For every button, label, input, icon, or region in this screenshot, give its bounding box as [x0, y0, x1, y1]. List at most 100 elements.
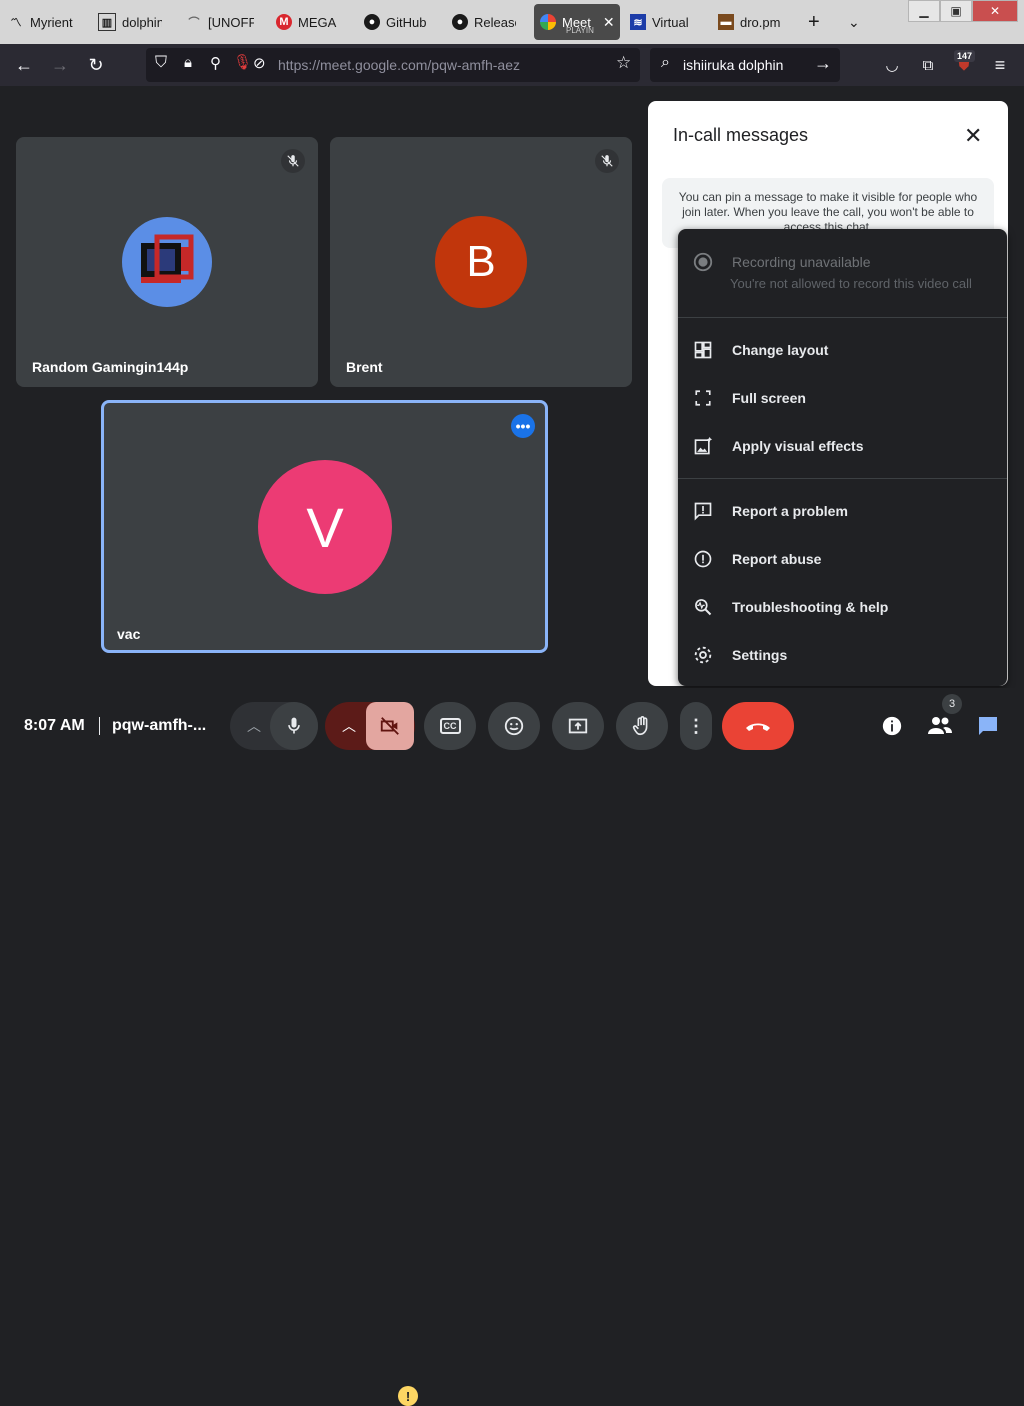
hamburger-menu-icon: ≡: [994, 54, 1006, 75]
mega-icon: M: [276, 14, 292, 30]
menu-divider: [678, 478, 1007, 479]
pixel-art-avatar-icon: [141, 234, 194, 283]
browser-nav-bar: ← → ↻ ⛉ 🔒︎ ⚲ 🎙︎ ⊘ https://meet.google.co…: [0, 44, 1024, 86]
menu-item-change-layout[interactable]: Change layout: [678, 326, 1007, 374]
pocket-icon: ◡: [885, 57, 899, 74]
chevron-up-icon: ︿: [247, 718, 261, 734]
window-close-button[interactable]: ✕: [972, 0, 1018, 22]
chat-button[interactable]: [964, 702, 1012, 750]
tab-meet[interactable]: Meet PLAYIN ✕: [534, 4, 620, 40]
raise-hand-button[interactable]: [616, 702, 668, 750]
menu-item-settings[interactable]: Settings: [678, 631, 1007, 679]
minimize-button[interactable]: ▁: [908, 0, 940, 22]
camera-button[interactable]: [366, 702, 414, 750]
participant-tile-active[interactable]: ••• V vac: [101, 400, 548, 653]
menu-item-report-problem[interactable]: Report a problem: [678, 487, 1007, 535]
tab-mega[interactable]: M MEGA: [276, 4, 342, 40]
present-screen-icon: [568, 718, 588, 734]
captions-button[interactable]: CC: [424, 702, 476, 750]
more-options-menu: Recording unavailable You're not allowed…: [678, 229, 1007, 686]
meet-icon: [540, 14, 556, 30]
search-icon: ⌕: [661, 54, 670, 71]
virtual-icon: ≋: [630, 14, 646, 30]
reload-button[interactable]: ↻: [83, 52, 109, 78]
myrient-icon: 〽: [10, 17, 22, 29]
search-go-icon[interactable]: →: [814, 53, 832, 74]
browser-tab-bar: 〽 Myrient ▥ dolphin ⌒ [UNOFF M MEGA ● Gi…: [0, 0, 1024, 44]
tab-github[interactable]: ● GitHub: [364, 4, 426, 40]
url-bar[interactable]: ⛉ 🔒︎ ⚲ 🎙︎ ⊘ https://meet.google.com/pqw-…: [146, 48, 640, 82]
search-input[interactable]: ⌕ ishiiruka dolphin →: [650, 48, 840, 82]
microphone-button[interactable]: [270, 702, 318, 750]
more-options-button[interactable]: ⋮: [680, 702, 712, 750]
report-abuse-icon: [691, 547, 715, 571]
tab-dolphin[interactable]: ▥ dolphin: [98, 4, 162, 40]
reactions-button[interactable]: [488, 702, 540, 750]
back-button[interactable]: ←: [11, 52, 37, 78]
menu-item-troubleshooting[interactable]: Troubleshooting & help: [678, 583, 1007, 631]
camera-off-icon: [380, 717, 399, 735]
app-menu-button[interactable]: ≡: [987, 52, 1013, 78]
tab-unofficial[interactable]: ⌒ [UNOFF: [186, 4, 255, 40]
participant-name: Random Gamingin144p: [32, 359, 189, 375]
leave-call-button[interactable]: [722, 702, 794, 750]
participant-name: Brent: [346, 359, 383, 375]
current-time: 8:07 AM: [24, 717, 85, 734]
arrow-right-icon: →: [51, 54, 69, 75]
reload-icon: ↻: [88, 54, 104, 75]
permissions-icon[interactable]: ⚲: [210, 54, 221, 72]
record-icon: [691, 250, 715, 274]
shield-icon[interactable]: ⛉: [155, 54, 167, 72]
tab-virtual[interactable]: ≋ Virtual: [630, 4, 696, 40]
fullscreen-icon: [691, 386, 715, 410]
mic-muted-icon: [595, 149, 619, 173]
autoplay-blocked-icon[interactable]: ⊘: [253, 54, 266, 72]
url-text[interactable]: https://meet.google.com/pqw-amfh-aez: [278, 57, 520, 73]
puzzle-icon: ⧉: [922, 56, 934, 74]
tab-close-icon[interactable]: ✕: [603, 14, 615, 31]
more-options-icon[interactable]: •••: [511, 414, 535, 438]
meeting-code[interactable]: pqw-amfh-...: [99, 717, 206, 735]
arrow-left-icon: ←: [15, 54, 33, 75]
pocket-button[interactable]: ◡: [879, 52, 905, 78]
close-icon: ✕: [964, 123, 983, 148]
participant-tile[interactable]: B Brent: [330, 137, 632, 387]
menu-item-report-abuse[interactable]: Report abuse: [678, 535, 1007, 583]
mic-blocked-icon[interactable]: 🎙︎: [233, 53, 252, 71]
list-tabs-button[interactable]: ⌄: [848, 4, 868, 40]
menu-item-full-screen[interactable]: Full screen: [678, 374, 1007, 422]
mic-muted-icon: [281, 149, 305, 173]
participant-tile[interactable]: Random Gamingin144p: [16, 137, 318, 387]
new-tab-button[interactable]: +: [808, 4, 828, 40]
close-panel-button[interactable]: ✕: [964, 123, 982, 149]
avatar: [122, 217, 212, 307]
lock-icon[interactable]: 🔒︎: [184, 54, 192, 71]
menu-item-recording: Recording unavailable You're not allowed…: [678, 247, 1007, 307]
tab-release[interactable]: ● Release: [452, 4, 516, 40]
chevron-up-icon: ︿: [342, 718, 356, 734]
github-icon: ●: [452, 14, 468, 30]
chat-icon: [979, 717, 997, 735]
menu-item-visual-effects[interactable]: Apply visual effects: [678, 422, 1007, 470]
participant-name: vac: [117, 626, 141, 642]
tab-myrient[interactable]: 〽 Myrient: [8, 4, 78, 40]
settings-icon: [691, 643, 715, 667]
more-vert-icon: ⋮: [687, 716, 705, 736]
report-problem-icon: [691, 499, 715, 523]
troubleshoot-icon: [691, 595, 715, 619]
visual-effects-icon: [691, 434, 715, 458]
restore-button[interactable]: ▣: [940, 0, 972, 22]
emoji-icon: [504, 716, 524, 736]
hang-up-icon: [746, 723, 770, 731]
unofficial-icon: ⌒: [188, 17, 200, 29]
microphone-icon: [288, 717, 300, 734]
dropm-icon: ▬: [718, 14, 734, 30]
meeting-details-button[interactable]: [868, 702, 916, 750]
bookmark-star-icon[interactable]: ☆: [616, 53, 631, 73]
present-button[interactable]: [552, 702, 604, 750]
forward-button[interactable]: →: [47, 52, 73, 78]
blocked-count-badge: 147: [954, 50, 976, 62]
tab-dropm[interactable]: ▬ dro.pm: [718, 4, 782, 40]
extensions-button[interactable]: ⧉: [915, 52, 941, 78]
panel-title: In-call messages: [673, 125, 809, 145]
